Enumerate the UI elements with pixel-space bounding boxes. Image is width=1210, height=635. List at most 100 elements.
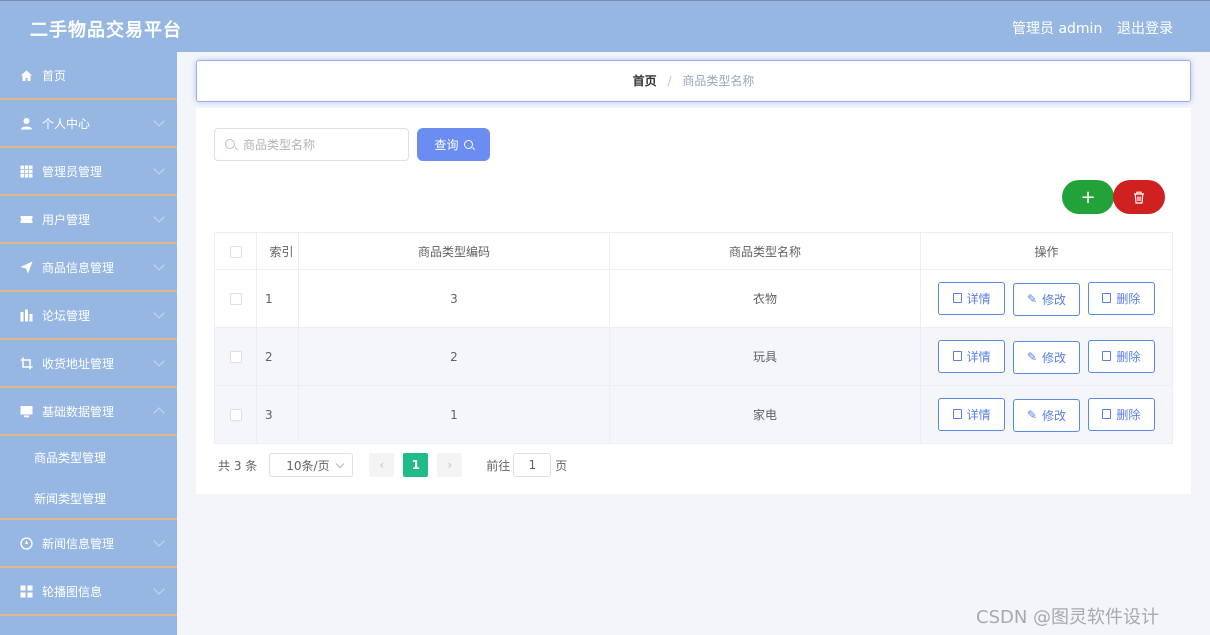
breadcrumb-separator: / xyxy=(667,74,672,88)
chevron-up-icon xyxy=(153,407,165,419)
watermark: CSDN @图灵软件设计 xyxy=(976,607,1160,628)
page-number-current[interactable]: 1 xyxy=(403,453,429,477)
row-code: 1 xyxy=(298,385,610,444)
table-row: 1 3 衣物 详情 ✎ 修改 删除 xyxy=(214,269,1173,328)
sidebar-item-goods-info[interactable]: 商品信息管理 xyxy=(0,244,177,292)
detail-button[interactable]: 详情 xyxy=(938,397,1006,431)
breadcrumb: 首页 / 商品类型名称 xyxy=(196,60,1191,102)
sidebar-item-user-management[interactable]: 用户管理 xyxy=(0,196,177,244)
page-size-value: 10条/页 xyxy=(286,458,330,473)
row-actions: 详情 ✎ 修改 删除 xyxy=(920,327,1173,386)
pencil-icon: ✎ xyxy=(1026,292,1038,306)
add-button[interactable]: + xyxy=(1062,180,1114,214)
batch-delete-button[interactable] xyxy=(1113,180,1165,214)
search-input[interactable] xyxy=(243,129,403,160)
edit-button[interactable]: ✎ 修改 xyxy=(1013,398,1080,432)
table-header-row: 索引 商品类型编码 商品类型名称 操作 xyxy=(214,232,1173,270)
page-unit-label: 页 xyxy=(555,458,568,473)
search-icon xyxy=(225,139,235,149)
delete-label: 删除 xyxy=(1116,291,1141,306)
row-checkbox[interactable] xyxy=(229,409,242,421)
detail-button[interactable]: 详情 xyxy=(938,339,1006,373)
row-checkbox-cell xyxy=(214,269,257,328)
sidebar-item-admin-management[interactable]: 管理员管理 xyxy=(0,148,177,196)
row-index: 1 xyxy=(256,269,299,328)
next-page-button[interactable]: › xyxy=(437,453,463,477)
table-row: 3 1 家电 详情 ✎ 修改 删除 xyxy=(214,385,1173,444)
admin-label: 管理员 admin xyxy=(1012,21,1103,37)
sidebar-item-carousel[interactable]: 轮播图信息 xyxy=(0,568,177,616)
row-name: 家电 xyxy=(609,385,921,444)
apps-icon xyxy=(20,585,33,597)
sidebar-subitem-goods-type[interactable]: 商品类型管理 xyxy=(0,436,177,478)
delete-button[interactable]: 删除 xyxy=(1087,339,1155,373)
home-icon xyxy=(21,70,32,81)
row-actions: 详情 ✎ 修改 删除 xyxy=(920,385,1173,444)
column-header-index: 索引 xyxy=(256,232,299,270)
sidebar-item-basic-data[interactable]: 基础数据管理 xyxy=(0,388,177,436)
sidebar-item-forum[interactable]: 论坛管理 xyxy=(0,292,177,340)
chevron-down-icon xyxy=(153,163,165,175)
edit-button[interactable]: ✎ 修改 xyxy=(1013,282,1080,316)
column-header-actions: 操作 xyxy=(920,232,1173,270)
trash-icon xyxy=(1102,351,1112,361)
grid-icon xyxy=(20,165,33,177)
goods-type-table: 索引 商品类型编码 商品类型名称 操作 1 3 衣物 详情 ✎ 修改 删除 2 2… xyxy=(214,232,1173,444)
search-box[interactable] xyxy=(214,128,409,161)
row-index: 2 xyxy=(256,327,299,386)
column-header-name: 商品类型名称 xyxy=(609,232,921,270)
document-icon xyxy=(952,351,962,361)
logout-link[interactable]: 退出登录 xyxy=(1117,18,1173,38)
select-all-checkbox[interactable] xyxy=(229,245,242,258)
sidebar-subitem-news-type[interactable]: 新闻类型管理 xyxy=(0,478,177,520)
delete-label: 删除 xyxy=(1116,349,1141,364)
page-size-select[interactable]: 10条/页 xyxy=(269,453,354,477)
chevron-down-icon xyxy=(153,307,165,319)
chart-icon xyxy=(20,309,33,321)
trash-icon xyxy=(1102,409,1112,419)
app-title: 二手物品交易平台 xyxy=(30,20,182,41)
search-icon xyxy=(463,140,473,149)
edit-button[interactable]: ✎ 修改 xyxy=(1013,340,1080,374)
ticket-icon xyxy=(20,215,33,223)
row-checkbox[interactable] xyxy=(229,293,242,305)
sidebar-item-personal-center[interactable]: 个人中心 xyxy=(0,100,177,148)
monitor-icon xyxy=(20,405,33,417)
delete-button[interactable]: 删除 xyxy=(1087,397,1155,431)
row-checkbox[interactable] xyxy=(229,351,242,363)
query-button-label: 查询 xyxy=(434,138,459,152)
select-all-cell xyxy=(214,232,257,270)
sidebar-item-home[interactable]: 首页 xyxy=(0,52,177,100)
chevron-down-icon xyxy=(336,459,345,469)
detail-label: 详情 xyxy=(966,407,991,422)
edit-label: 修改 xyxy=(1042,292,1067,307)
sidebar-item-label: 论坛管理 xyxy=(42,308,91,323)
sidebar: 首页 个人中心 管理员管理 用户管理 商品信息管理 论坛管理 收货地址管理 基础… xyxy=(0,52,177,635)
row-name: 衣物 xyxy=(609,269,921,328)
sidebar-item-news-info[interactable]: 新闻信息管理 xyxy=(0,520,177,568)
prev-page-button[interactable]: ‹ xyxy=(369,453,395,477)
pencil-icon: ✎ xyxy=(1026,408,1038,422)
chevron-down-icon xyxy=(153,115,165,127)
row-actions: 详情 ✎ 修改 删除 xyxy=(920,269,1173,328)
detail-label: 详情 xyxy=(966,291,991,306)
delete-button[interactable]: 删除 xyxy=(1087,281,1155,315)
sidebar-item-label: 轮播图信息 xyxy=(42,584,103,599)
pagination: 共 3 条 10条/页 ‹ 1 › 前往 页 xyxy=(218,452,567,478)
detail-button[interactable]: 详情 xyxy=(938,281,1006,315)
edit-label: 修改 xyxy=(1042,408,1067,423)
compass-icon xyxy=(20,536,33,550)
sidebar-item-label: 用户管理 xyxy=(42,212,91,227)
breadcrumb-home[interactable]: 首页 xyxy=(633,74,657,88)
sidebar-item-address[interactable]: 收货地址管理 xyxy=(0,340,177,388)
user-icon xyxy=(21,117,32,129)
sidebar-item-label: 收货地址管理 xyxy=(42,356,115,371)
chevron-down-icon xyxy=(153,535,165,547)
query-button[interactable]: 查询 xyxy=(417,128,490,161)
sidebar-item-label: 商品信息管理 xyxy=(42,260,115,275)
sidebar-item-label: 个人中心 xyxy=(42,116,91,131)
goto-page-input[interactable] xyxy=(513,453,552,477)
trash-icon xyxy=(1102,293,1112,303)
table-row: 2 2 玩具 详情 ✎ 修改 删除 xyxy=(214,327,1173,386)
plus-icon: + xyxy=(1080,186,1096,208)
